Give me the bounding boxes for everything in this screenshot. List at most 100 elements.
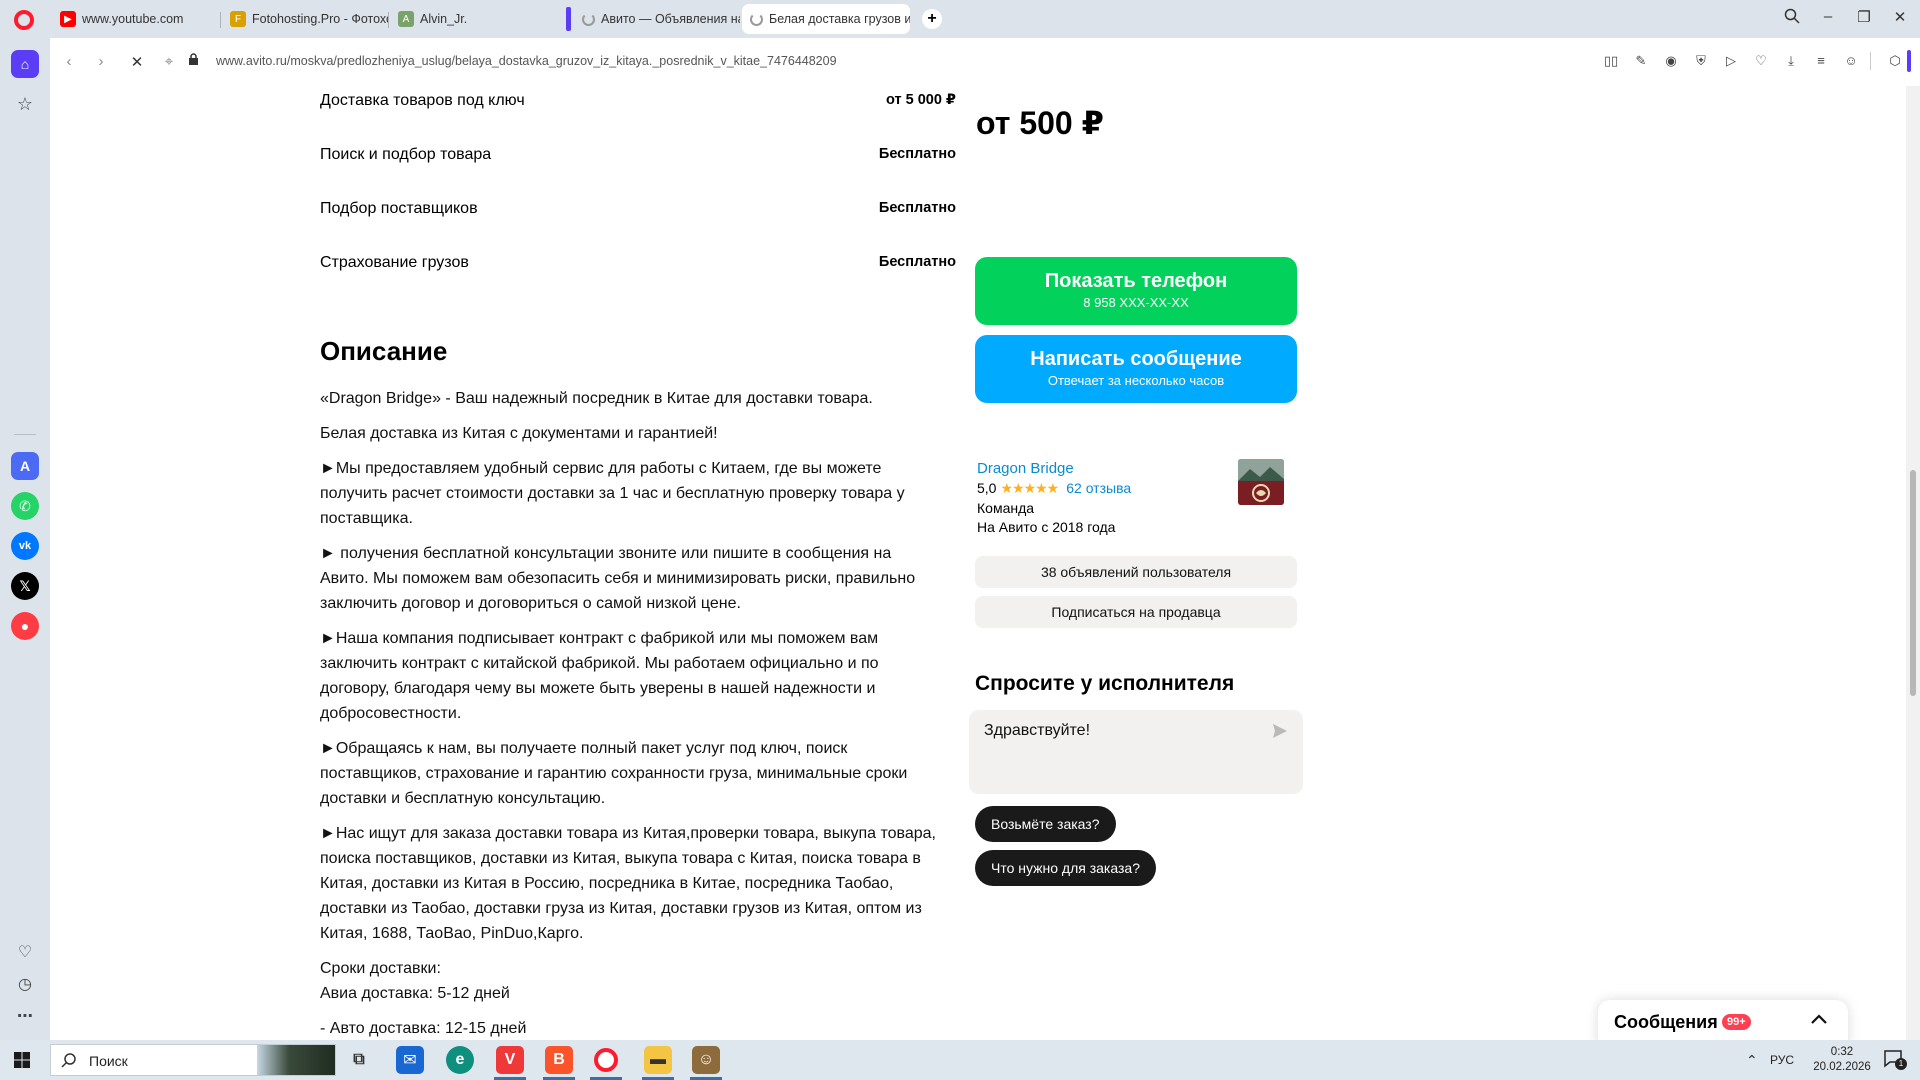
show-phone-label: Показать телефон — [1044, 270, 1228, 292]
listing-price: от 500 ₽ — [976, 105, 1104, 141]
description-paragraph: ► получения бесплатной консультации звон… — [320, 545, 916, 612]
heart-icon[interactable]: ♡ — [1752, 53, 1770, 69]
tab-separator — [220, 12, 221, 28]
shield-icon[interactable]: ⛨ — [1692, 53, 1710, 69]
browser-sidebar: ⌂ ☆ A ✆ vk 𝕏 ● ♡ ◷ ⋯ — [0, 38, 50, 1042]
new-tab-button[interactable]: + — [922, 9, 942, 29]
subscribe-seller-button[interactable]: Подписаться на продавца — [975, 596, 1297, 628]
page-scrollbar-thumb[interactable] — [1910, 470, 1916, 696]
minimize-icon[interactable]: – — [1816, 8, 1840, 25]
tab-fotohosting[interactable]: F Fotohosting.Pro - Фотохо — [222, 4, 388, 34]
stop-loading-icon[interactable]: ✕ — [128, 53, 146, 71]
opera-logo[interactable] — [14, 10, 34, 30]
send-icon[interactable] — [1271, 722, 1291, 742]
taskbar-search-placeholder: Поиск — [89, 1053, 128, 1069]
tab-avito-listing[interactable]: Белая доставка грузов из — [742, 4, 910, 34]
edit-icon[interactable]: ✎ — [1632, 53, 1650, 69]
file-explorer-icon[interactable]: ▬ — [644, 1046, 672, 1074]
brave-icon[interactable]: B — [545, 1046, 573, 1074]
messages-widget[interactable]: Сообщения 99+ — [1598, 1000, 1848, 1040]
service-price: Бесплатно — [878, 254, 956, 270]
lock-icon[interactable] — [184, 53, 202, 70]
write-message-label: Написать сообщение — [1030, 348, 1242, 370]
phone-number-masked: 8 958 XXX-XX-XX — [1083, 295, 1189, 310]
service-name: Страхование грузов — [320, 254, 469, 271]
description-paragraph: Белая доставка из Китая с документами и … — [320, 425, 718, 442]
description-paragraph: ►Нас ищут для заказа доставки товара из … — [320, 825, 936, 942]
whatsapp-icon[interactable]: ✆ — [11, 492, 39, 520]
close-icon[interactable]: ✕ — [1888, 8, 1912, 26]
more-icon[interactable]: ⋯ — [11, 1002, 39, 1030]
search-tabs-icon[interactable] — [1780, 8, 1804, 28]
music-player-icon[interactable]: ● — [11, 612, 39, 640]
tab-title: Белая доставка грузов из — [769, 12, 910, 26]
edge-icon[interactable]: e — [446, 1046, 474, 1074]
clock[interactable]: 0:32 20.02.2026 — [1806, 1045, 1878, 1075]
camera-icon[interactable]: ◉ — [1662, 53, 1680, 69]
opera-icon[interactable] — [594, 1048, 618, 1072]
search-icon — [61, 1052, 77, 1073]
tab-alvin[interactable]: A Alvin_Jr. — [390, 4, 558, 34]
input-language[interactable]: РУС — [1770, 1053, 1794, 1067]
home-icon[interactable]: ⌂ — [11, 50, 39, 78]
cube-icon[interactable]: ⬡ — [1886, 53, 1904, 69]
tab-title: Fotohosting.Pro - Фотохо — [252, 12, 388, 26]
mail-app-icon[interactable]: ✉ — [396, 1046, 424, 1074]
tab-avito-main[interactable]: Авито — Объявления на — [574, 4, 740, 34]
delivery-terms-auto: - Авто доставка: 12-15 дней — [320, 1020, 527, 1037]
back-icon[interactable]: ‹ — [60, 53, 78, 70]
aria-icon[interactable]: A — [11, 452, 39, 480]
quick-reply-chip[interactable]: Возьмёте заказ? — [975, 806, 1116, 842]
delivery-terms-air: Авиа доставка: 5-12 дней — [320, 985, 510, 1002]
description-paragraph: ►Обращаясь к нам, вы получаете полный па… — [320, 740, 908, 807]
loading-icon — [582, 12, 595, 26]
ask-message-input[interactable]: Здравствуйте! — [984, 722, 1090, 740]
ask-message-box[interactable]: Здравствуйте! — [969, 710, 1303, 794]
messages-label: Сообщения — [1614, 1012, 1718, 1032]
quick-reply-chip[interactable]: Что нужно для заказа? — [975, 850, 1156, 886]
forward-icon[interactable]: › — [92, 53, 110, 70]
alvin-icon: A — [398, 11, 414, 27]
vk-icon[interactable]: vk — [11, 532, 39, 560]
show-phone-button[interactable]: Показать телефон 8 958 XXX-XX-XX — [975, 257, 1297, 325]
notification-center-icon[interactable]: 1 — [1884, 1050, 1907, 1070]
seller-ads-button[interactable]: 38 объявлений пользователя — [975, 556, 1297, 588]
windows-start-icon[interactable] — [14, 1052, 30, 1068]
windows-taskbar: Поиск ⧉ ✉ e V B ▬ ☺ ⌃ РУС 0:32 20.02.202… — [0, 1040, 1920, 1080]
heart-icon[interactable]: ♡ — [11, 938, 39, 966]
delivery-terms-title: Сроки доставки: — [320, 960, 441, 977]
url-field[interactable]: www.avito.ru/moskva/predlozheniya_uslug/… — [216, 54, 837, 68]
service-price: от 5 000 ₽ — [885, 92, 956, 108]
toolbar-divider — [1870, 52, 1871, 70]
task-view-icon[interactable]: ⧉ — [345, 1046, 373, 1074]
seller-rating-row: 5,0 ★★★★★ 62 отзыва — [977, 480, 1131, 497]
search-highlight-image — [257, 1045, 335, 1075]
tab-strip: ▶ www.youtube.com F Fotohosting.Pro - Фо… — [0, 0, 1920, 38]
play-icon[interactable]: ▷ — [1722, 53, 1740, 69]
address-bar: ‹ › ✕ ⌖ www.avito.ru/moskva/predlozheniy… — [52, 44, 1912, 78]
history-icon[interactable]: ◷ — [11, 970, 39, 998]
restore-icon[interactable]: ❐ — [1852, 8, 1876, 26]
chevron-up-icon[interactable] — [1810, 1012, 1828, 1030]
reader-mode-icon[interactable]: ▯▯ — [1602, 53, 1620, 69]
x-twitter-icon[interactable]: 𝕏 — [11, 572, 39, 600]
taskbar-search-box[interactable]: Поиск — [50, 1044, 336, 1076]
tab-group-indicator — [566, 7, 571, 31]
download-icon[interactable]: ⤓ — [1782, 53, 1800, 69]
write-message-button[interactable]: Написать сообщение Отвечает за несколько… — [975, 335, 1297, 403]
seller-name-link[interactable]: Dragon Bridge — [977, 460, 1074, 477]
tray-chevron-up-icon[interactable]: ⌃ — [1746, 1052, 1758, 1069]
seller-avatar[interactable] — [1238, 459, 1284, 505]
service-price: Бесплатно — [878, 200, 956, 216]
location-icon[interactable]: ⌖ — [160, 53, 178, 70]
star-icon[interactable]: ☆ — [11, 90, 39, 118]
tab-title: Alvin_Jr. — [420, 12, 468, 26]
profile-icon[interactable]: ☺ — [1842, 53, 1860, 69]
tab-youtube[interactable]: ▶ www.youtube.com — [52, 4, 220, 34]
vivaldi-icon[interactable]: V — [496, 1046, 524, 1074]
photo-app-icon[interactable]: ☺ — [692, 1046, 720, 1074]
messages-badge: 99+ — [1722, 1014, 1751, 1030]
tab-title: www.youtube.com — [82, 12, 184, 26]
seller-reviews-link[interactable]: 62 отзыва — [1066, 480, 1131, 497]
menu-icon[interactable]: ≡ — [1812, 53, 1830, 69]
